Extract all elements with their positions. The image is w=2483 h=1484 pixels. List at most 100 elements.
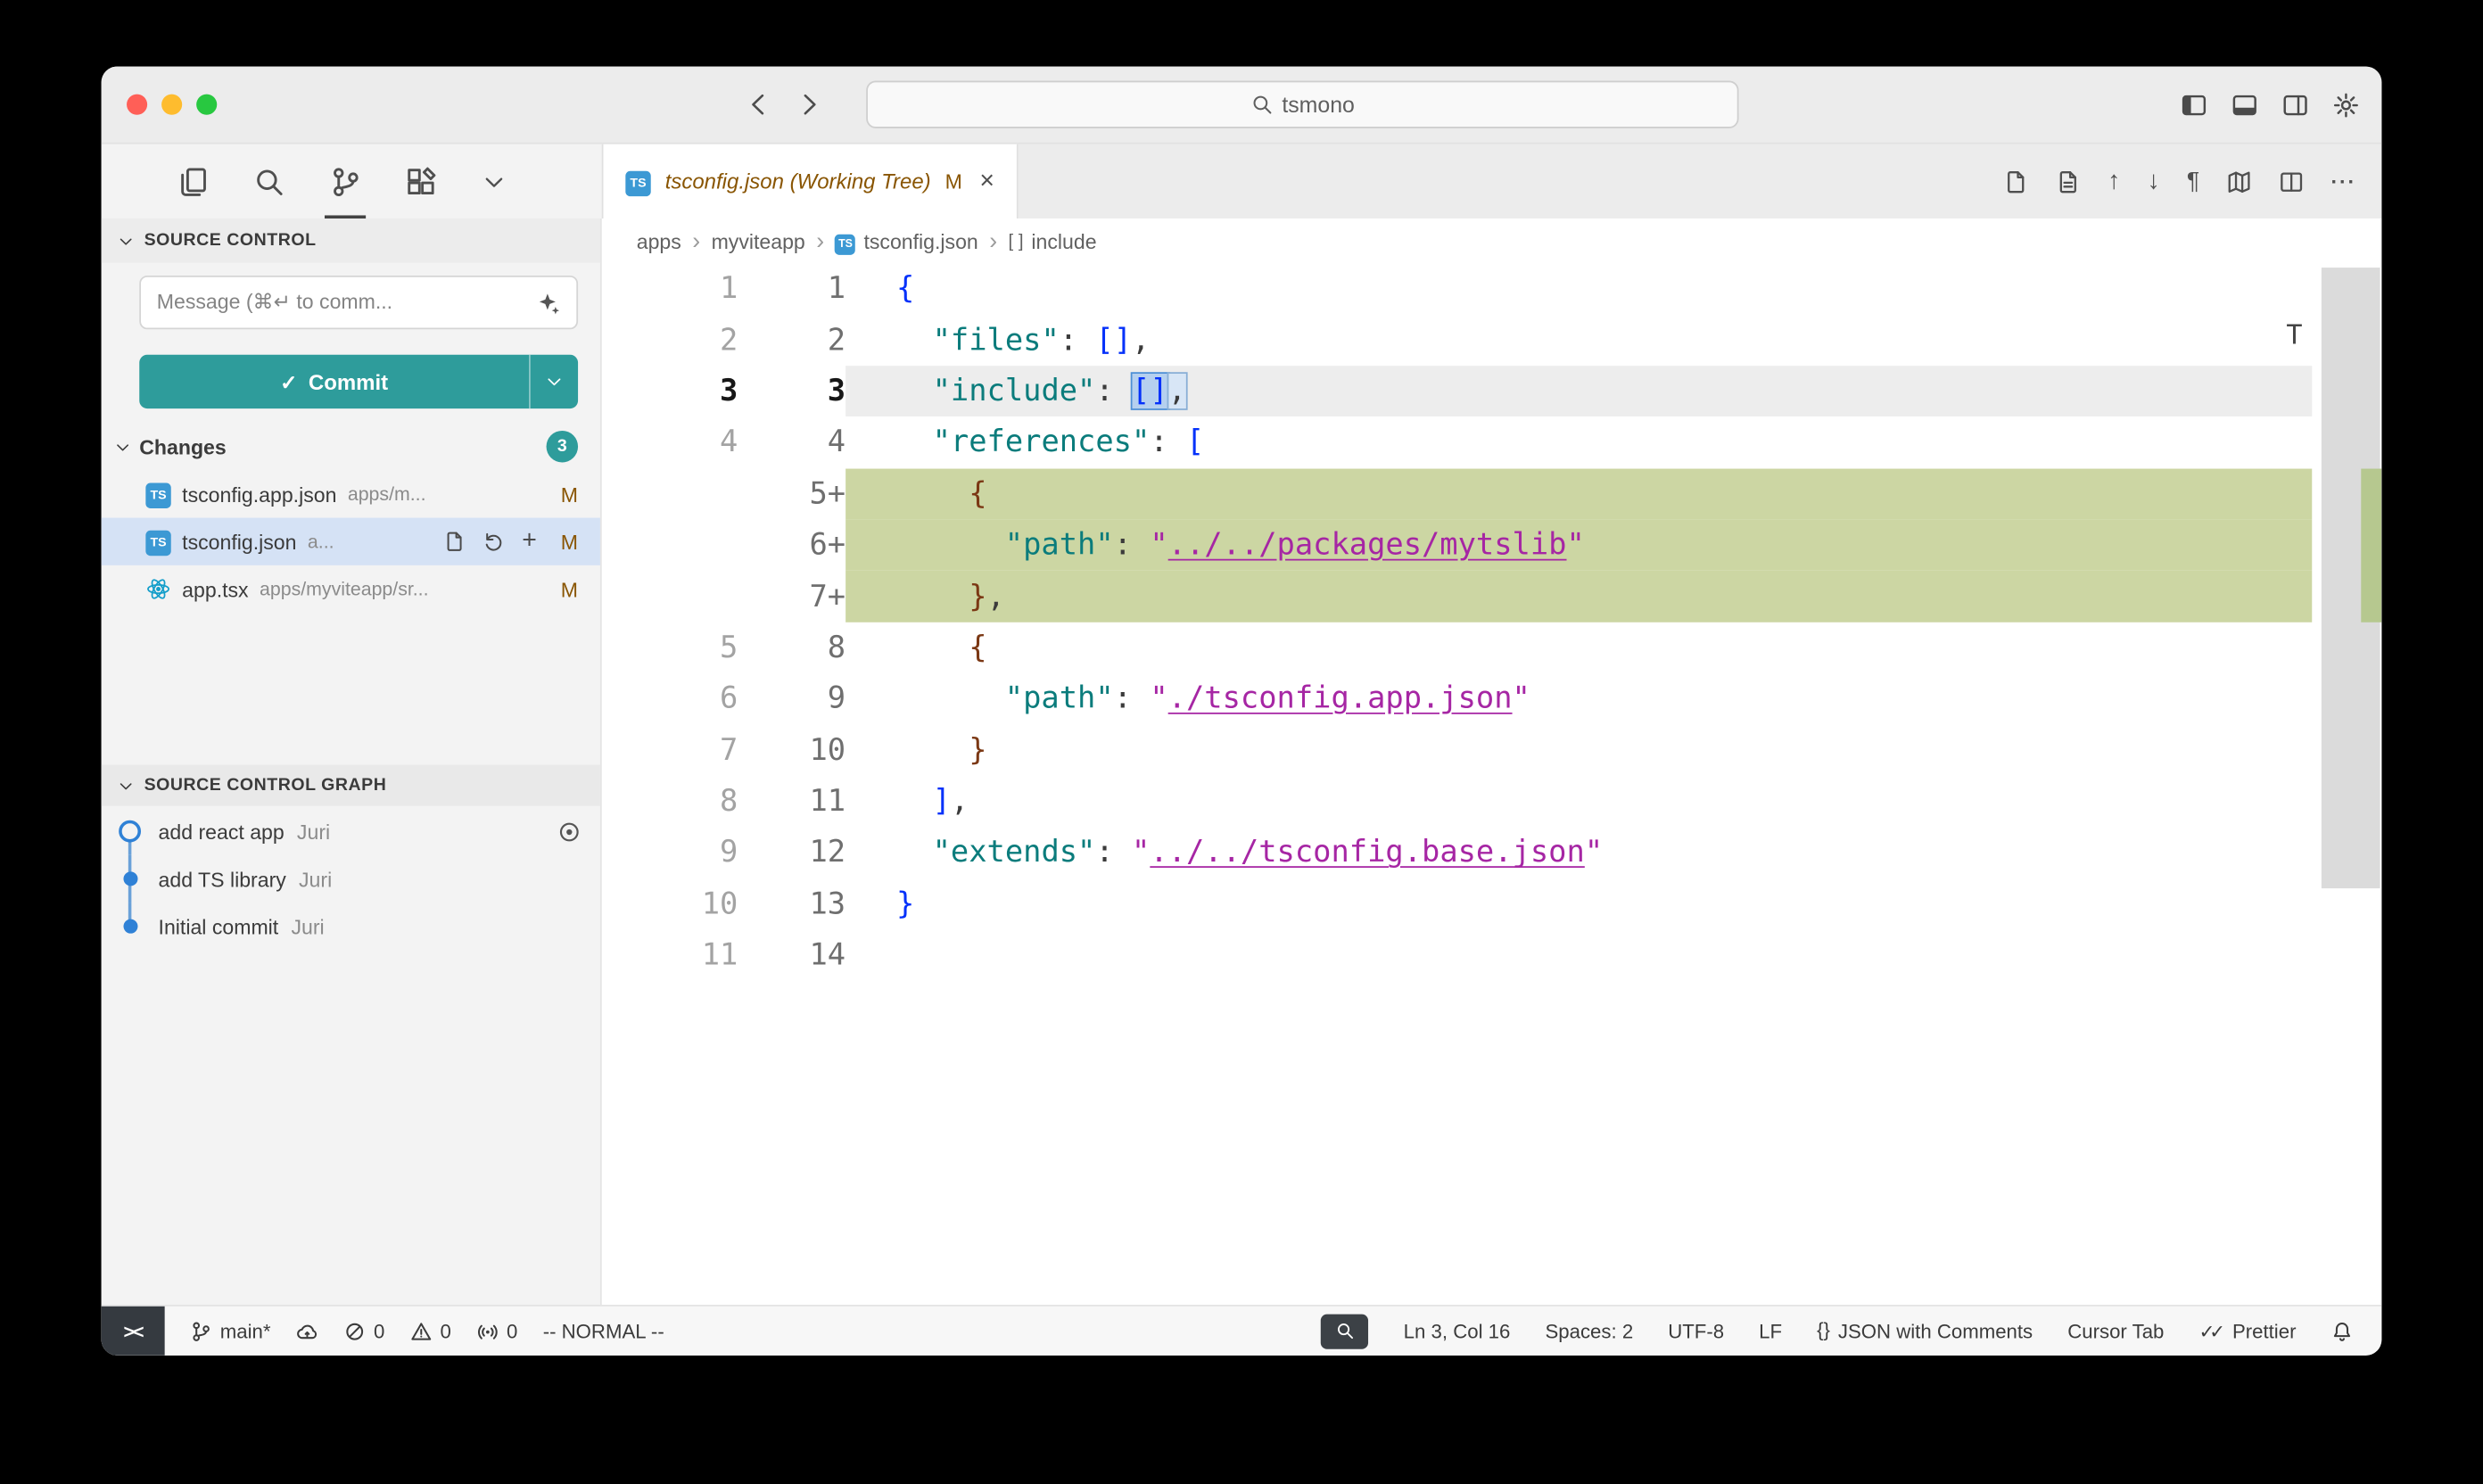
breadcrumb-item-myviteapp[interactable]: myviteapp	[712, 229, 805, 253]
changes-section-header[interactable]: Changes 3	[102, 425, 600, 469]
code-line-content[interactable]: }	[846, 724, 2312, 776]
open-changes-icon[interactable]	[2003, 169, 2028, 194]
indentation[interactable]: Spaces: 2	[1545, 1320, 1633, 1342]
react-file-icon	[145, 576, 170, 601]
file-row-tsconfig.app.json[interactable]: TStsconfig.app.jsonapps/m...M	[102, 470, 600, 517]
target-icon[interactable]	[557, 820, 582, 844]
tab-tsconfig-working-tree[interactable]: TS tsconfig.json (Working Tree) M ×	[602, 144, 1019, 218]
map-icon[interactable]	[2226, 169, 2251, 194]
notifications-bell[interactable]	[2331, 1320, 2354, 1342]
zoom-button[interactable]	[196, 95, 217, 115]
chevron-down-icon	[117, 232, 135, 250]
chevron-down-icon[interactable]	[482, 144, 507, 218]
search-icon[interactable]	[253, 144, 285, 218]
code-line-content[interactable]: {	[846, 622, 2312, 673]
compare-changes-icon[interactable]	[2056, 169, 2081, 194]
previous-change-icon[interactable]: ↑	[2108, 169, 2120, 194]
breadcrumb-label: tsconfig.json	[863, 229, 978, 253]
gutter-new-line-number: 5+	[738, 468, 846, 520]
branch-indicator[interactable]: main*	[190, 1320, 270, 1342]
commit-button[interactable]: ✓ Commit	[139, 355, 578, 408]
more-actions-icon[interactable]: ···	[2331, 171, 2356, 192]
code-line-content[interactable]: "extends": "../../tsconfig.base.json"	[846, 827, 2312, 878]
language-mode-label: JSON with Comments	[1838, 1320, 2033, 1342]
ts-file-icon: TS	[145, 528, 170, 556]
problems-warnings-label: 0	[440, 1320, 450, 1342]
problems-errors[interactable]: 0	[343, 1320, 384, 1342]
code-line-content[interactable]: },	[846, 571, 2312, 622]
toggle-panel-icon[interactable]	[2231, 91, 2258, 118]
file-row-app.tsx[interactable]: app.tsxapps/myviteapp/sr...M	[102, 565, 600, 613]
code-line-content[interactable]: {	[846, 263, 2312, 315]
discard-icon[interactable]	[483, 531, 505, 553]
toggle-secondary-sidebar-icon[interactable]	[2282, 91, 2309, 118]
language-mode[interactable]: {}JSON with Comments	[1817, 1320, 2033, 1342]
remote-indicator[interactable]: ><	[102, 1307, 165, 1356]
code-line-content[interactable]: }	[846, 878, 2312, 930]
next-change-icon[interactable]: ↓	[2147, 169, 2159, 194]
sparkle-icon[interactable]	[537, 291, 561, 315]
breadcrumb-item-apps[interactable]: apps	[637, 229, 681, 253]
changes-count-badge: 3	[547, 431, 579, 463]
zoom-indicator[interactable]	[1321, 1314, 1368, 1348]
code-line-content[interactable]: {	[846, 468, 2312, 520]
toggle-primary-sidebar-icon[interactable]	[2181, 91, 2207, 118]
settings-gear-icon[interactable]	[2332, 91, 2359, 118]
code-area[interactable]: 11{22 "files": [],33 "include": [],44 "r…	[602, 263, 2382, 1305]
breadcrumb-item-tsconfig.json[interactable]: TStsconfig.json	[835, 227, 978, 254]
cursor-tab[interactable]: Cursor Tab	[2067, 1320, 2164, 1342]
commit-message: add react app	[159, 820, 285, 844]
window-controls	[127, 95, 217, 115]
breadcrumb-item-include[interactable]: [ ]include	[1009, 228, 1097, 253]
source-control-graph-header[interactable]: SOURCE CONTROL GRAPH	[102, 765, 600, 806]
code-line-content[interactable]	[846, 929, 2312, 981]
commit-row-1[interactable]: add react appJuri	[102, 808, 600, 855]
split-editor-icon[interactable]	[2279, 169, 2304, 194]
breadcrumb-label: apps	[637, 229, 681, 253]
status-bar-right: Ln 3, Col 16 Spaces: 2 UTF-8 LF {}JSON with …	[1321, 1314, 2381, 1348]
gutter-new-line-number: 7+	[738, 571, 846, 622]
code-line-content[interactable]: "files": [],	[846, 314, 2312, 366]
cursor-position[interactable]: Ln 3, Col 16	[1404, 1320, 1511, 1342]
gutter-new-line-number: 11	[738, 776, 846, 828]
gutter-new-line-number: 2	[738, 314, 846, 366]
file-name: app.tsx	[182, 577, 248, 601]
encoding[interactable]: UTF-8	[1668, 1320, 1724, 1342]
stage-icon[interactable]: +	[522, 529, 537, 554]
code-line-content[interactable]: ],	[846, 776, 2312, 828]
breadcrumb-separator: ›	[989, 228, 997, 253]
file-row-tsconfig.json[interactable]: TStsconfig.jsona...+M	[102, 518, 600, 565]
vim-mode[interactable]: -- NORMAL --	[543, 1320, 664, 1342]
minimize-button[interactable]	[161, 95, 182, 115]
code-line-content[interactable]: "include": [],	[846, 366, 2312, 417]
code-line-content[interactable]: "path": "../../packages/mytslib"	[846, 519, 2312, 571]
commit-graph-rail	[102, 808, 159, 855]
pilcrow-icon[interactable]: ¶	[2187, 169, 2199, 194]
back-icon[interactable]	[744, 90, 772, 119]
formatter-prettier[interactable]: ✓✓Prettier	[2198, 1320, 2296, 1342]
open-file-icon[interactable]	[443, 531, 466, 553]
commit-row-2[interactable]: add TS libraryJuri	[102, 855, 600, 903]
tab-close-icon[interactable]: ×	[979, 167, 994, 195]
gutter-new-line-number: 14	[738, 929, 846, 981]
code-line-content[interactable]: "path": "./tsconfig.app.json"	[846, 673, 2312, 725]
commit-message-input[interactable]: Message (⌘↵ to comm...	[139, 276, 578, 329]
source-control-icon[interactable]	[329, 144, 361, 218]
source-control-header[interactable]: SOURCE CONTROL	[102, 218, 600, 263]
file-name: tsconfig.app.json	[182, 482, 336, 507]
forward-icon[interactable]	[795, 90, 823, 119]
titlebar-search[interactable]: tsmono	[866, 81, 1738, 128]
sync-status[interactable]	[296, 1320, 318, 1342]
code-line-content[interactable]: "references": [	[846, 416, 2312, 468]
commit-dropdown-button[interactable]	[529, 355, 578, 408]
gutter-old-line-number: 11	[602, 929, 738, 981]
ports-indicator[interactable]: 0	[476, 1320, 517, 1342]
vscode-window: tsmono TS tsconfig.json (Working Tree) M…	[102, 67, 2382, 1356]
problems-warnings[interactable]: 0	[410, 1320, 451, 1342]
source-control-graph-title: SOURCE CONTROL GRAPH	[144, 776, 387, 795]
explorer-icon[interactable]	[177, 144, 210, 218]
extensions-icon[interactable]	[406, 144, 438, 218]
eol-sequence[interactable]: LF	[1759, 1320, 1782, 1342]
commit-row-3[interactable]: Initial commitJuri	[102, 903, 600, 950]
close-button[interactable]	[127, 95, 147, 115]
